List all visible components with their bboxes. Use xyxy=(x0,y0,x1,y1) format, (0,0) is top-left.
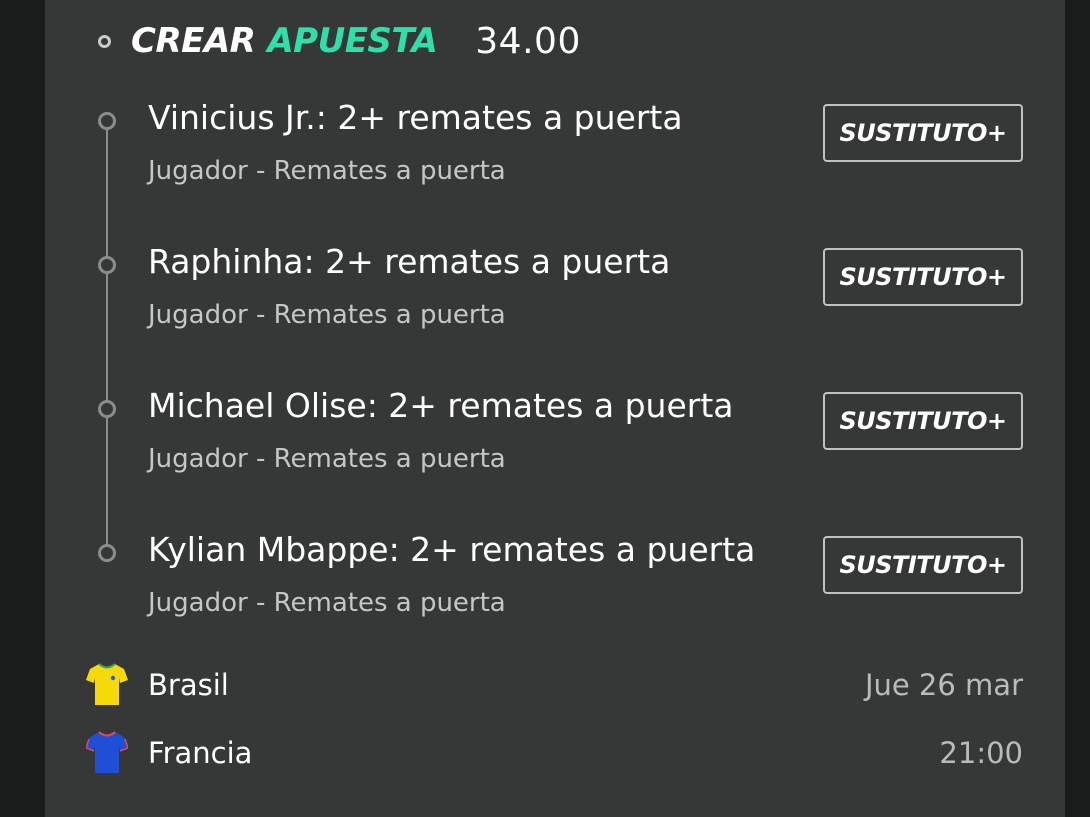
blue-shirt-icon xyxy=(86,731,128,773)
timeline-node-icon xyxy=(98,400,116,418)
leg-subtitle: Jugador - Remates a puerta xyxy=(148,588,506,618)
away-team-name: Francia xyxy=(148,736,253,770)
leg-title: Michael Olise: 2+ remates a puerta xyxy=(148,386,734,425)
leg-subtitle: Jugador - Remates a puerta xyxy=(148,300,506,330)
leg-subtitle: Jugador - Remates a puerta xyxy=(148,156,506,186)
timeline-line xyxy=(106,120,108,554)
leg-subtitle: Jugador - Remates a puerta xyxy=(148,444,506,474)
leg-title: Raphinha: 2+ remates a puerta xyxy=(148,242,671,281)
match-time: 21:00 xyxy=(939,736,1023,770)
timeline-node-icon xyxy=(98,544,116,562)
match-date: Jue 26 mar xyxy=(864,668,1023,702)
substitute-button[interactable]: SUSTITUTO+ xyxy=(823,392,1023,450)
home-team-name: Brasil xyxy=(148,668,229,702)
leg-title: Kylian Mbappe: 2+ remates a puerta xyxy=(148,530,756,569)
timeline-node-icon xyxy=(98,256,116,274)
substitute-button[interactable]: SUSTITUTO+ xyxy=(823,248,1023,306)
substitute-button[interactable]: SUSTITUTO+ xyxy=(823,536,1023,594)
away-team-row: Francia 21:00 xyxy=(0,0,1090,773)
yellow-shirt-icon xyxy=(86,663,128,705)
